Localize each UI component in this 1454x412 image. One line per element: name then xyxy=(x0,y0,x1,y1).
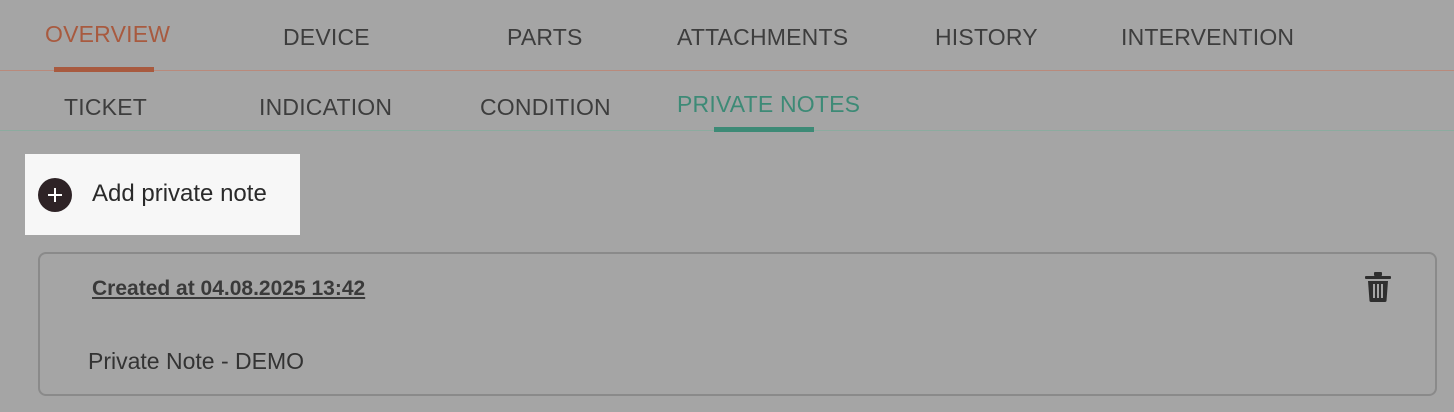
tab-condition[interactable]: CONDITION xyxy=(480,94,611,121)
trash-icon[interactable] xyxy=(1365,272,1391,302)
active-subtab-indicator xyxy=(714,127,814,132)
tab-attachments[interactable]: ATTACHMENTS xyxy=(677,24,848,51)
plus-circle-icon xyxy=(38,178,72,212)
tab-history[interactable]: HISTORY xyxy=(935,24,1038,51)
tab-private-notes[interactable]: PRIVATE NOTES xyxy=(677,91,860,118)
tab-indication[interactable]: INDICATION xyxy=(259,94,392,121)
secondary-tab-bar: TICKET INDICATION CONDITION PRIVATE NOTE… xyxy=(0,71,1454,132)
tab-intervention[interactable]: INTERVENTION xyxy=(1121,24,1294,51)
tab-device[interactable]: DEVICE xyxy=(283,24,370,51)
tab-parts[interactable]: PARTS xyxy=(507,24,583,51)
note-created-timestamp: Created at 04.08.2025 13:42 xyxy=(92,277,366,300)
tab-ticket[interactable]: TICKET xyxy=(64,94,147,121)
add-private-note-label: Add private note xyxy=(92,180,267,207)
add-private-note-button[interactable]: Add private note xyxy=(25,154,300,235)
tab-overview[interactable]: OVERVIEW xyxy=(45,21,170,48)
note-text: Private Note - DEMO xyxy=(88,348,304,374)
primary-tab-bar: OVERVIEW DEVICE PARTS ATTACHMENTS HISTOR… xyxy=(0,0,1454,72)
private-note-card: Created at 04.08.2025 13:42 Private Note… xyxy=(38,252,1437,396)
